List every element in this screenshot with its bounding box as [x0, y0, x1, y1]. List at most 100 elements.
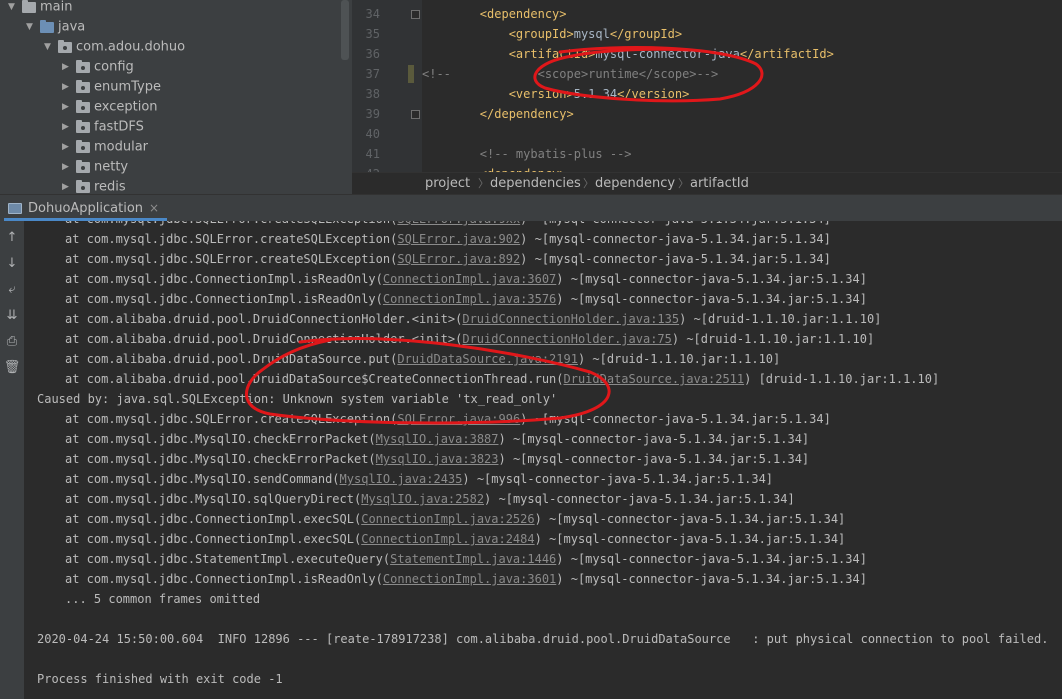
scroll-up-icon[interactable]: ↑ [3, 229, 21, 247]
console-text: at com.mysql.jdbc.MysqlIO.checkErrorPack… [65, 452, 376, 466]
code-line[interactable]: <!-- mybatis-plus --> [422, 144, 632, 164]
source-link[interactable]: StatementImpl.java:1446 [390, 552, 556, 566]
console-text: ) ~[druid-1.1.10.jar:1.1.10] [679, 312, 882, 326]
source-link[interactable]: SQLError.java:902 [397, 232, 520, 246]
source-link[interactable]: SQLError.java:9xx [397, 221, 520, 226]
code-line[interactable]: <version>5.1.34</version> [422, 84, 690, 104]
fold-open-icon[interactable] [411, 10, 420, 19]
collapsed-arrow-icon[interactable]: ▶ [62, 57, 74, 77]
tree-item-label: java [58, 19, 86, 35]
soft-wrap-icon[interactable]: ⤶ [3, 281, 21, 299]
fold-close-icon[interactable] [411, 110, 420, 119]
collapsed-arrow-icon[interactable]: ▶ [62, 137, 74, 157]
run-toolbar: ↑ ↓ ⤶ ⇊ ⎙ 🗑 [0, 221, 24, 699]
console-line: at com.mysql.jdbc.SQLError.createSQLExce… [65, 229, 831, 249]
code-line[interactable]: <groupId>mysql</groupId> [422, 24, 682, 44]
breadcrumb-item-artifactid[interactable]: artifactId [690, 173, 749, 195]
package-icon [76, 139, 90, 153]
console-text: at com.mysql.jdbc.ConnectionImpl.isReadO… [65, 572, 383, 586]
text-token: 5.1.34 [573, 87, 618, 101]
source-link[interactable]: ConnectionImpl.java:3607 [383, 272, 556, 286]
line-number: 36 [365, 47, 380, 61]
console-line: at com.mysql.jdbc.ConnectionImpl.isReadO… [65, 269, 867, 289]
code-line[interactable]: <!-- <scope>runtime</scope>--> [422, 64, 718, 84]
tree-scrollbar[interactable] [341, 0, 349, 60]
code-editor[interactable]: 34 35 36 37 38 39 40 41 42 <dependency> <groupId… [352, 0, 1062, 172]
source-link[interactable]: MysqlIO.java:3823 [376, 452, 499, 466]
chevron-right-icon: 〉 [583, 177, 594, 190]
source-link[interactable]: MysqlIO.java:2582 [361, 492, 484, 506]
source-link[interactable]: DruidDataSource.java:2511 [564, 372, 745, 386]
console-text: ) ~[mysql-connector-java-5.1.34.jar:5.1.… [498, 452, 810, 466]
breadcrumb-item-dependencies[interactable]: dependencies [490, 173, 581, 195]
collapsed-arrow-icon[interactable]: ▶ [62, 77, 74, 97]
scroll-to-end-icon[interactable]: ⇊ [3, 307, 21, 325]
line-number: 41 [365, 147, 380, 161]
source-link[interactable]: DruidDataSource.java:2191 [397, 352, 578, 366]
expanded-arrow-icon[interactable]: ▼ [44, 37, 56, 57]
console-text: ) ~[mysql-connector-java-5.1.34.jar:5.1.… [520, 252, 831, 266]
xml-tag-token: </groupId> [609, 27, 683, 41]
console-output[interactable]: at com.mysql.jdbc.SQLError.createSQLExce… [24, 221, 1062, 699]
tree-item-fastdfs[interactable]: ▶ fastDFS [62, 117, 144, 137]
source-link[interactable]: MysqlIO.java:2435 [340, 472, 463, 486]
tree-item-exception[interactable]: ▶ exception [62, 97, 158, 117]
console-line: at com.alibaba.druid.pool.DruidConnectio… [65, 329, 874, 349]
collapsed-arrow-icon[interactable]: ▶ [62, 97, 74, 117]
close-tab-icon[interactable]: × [149, 201, 159, 215]
collapsed-arrow-icon[interactable]: ▶ [62, 117, 74, 137]
tree-item-label: exception [94, 99, 158, 115]
package-icon [76, 119, 90, 133]
code-line[interactable]: <dependency> [422, 4, 567, 24]
line-number: 39 [365, 107, 380, 121]
source-link[interactable]: SQLError.java:892 [397, 252, 520, 266]
source-link[interactable]: DruidConnectionHolder.java:75 [462, 332, 672, 346]
clear-all-icon[interactable]: 🗑 [3, 359, 21, 377]
tree-item-label: fastDFS [94, 119, 144, 135]
tree-item-enumtype[interactable]: ▶ enumType [62, 77, 161, 97]
console-line: 2020-04-24 15:50:00.604 INFO 12896 --- [… [37, 629, 1048, 649]
console-text: ) ~[mysql-connector-java-5.1.34.jar:5.1.… [556, 552, 867, 566]
console-text: at com.mysql.jdbc.MysqlIO.sqlQueryDirect… [65, 492, 362, 506]
print-icon[interactable]: ⎙ [3, 333, 21, 351]
source-link[interactable]: ConnectionImpl.java:3601 [383, 572, 556, 586]
tree-item-redis[interactable]: ▶ redis [62, 177, 126, 194]
console-text: ) ~[mysql-connector-java-5.1.34.jar:5.1.… [556, 272, 867, 286]
tree-item-label: redis [94, 179, 126, 195]
tab-dohuo-application[interactable]: DohuoApplication × [4, 195, 168, 221]
source-link[interactable]: DruidConnectionHolder.java:135 [462, 312, 679, 326]
source-link[interactable]: MysqlIO.java:3887 [376, 432, 499, 446]
tree-item-modular[interactable]: ▶ modular [62, 137, 148, 157]
tree-item-com-adou-dohuo[interactable]: ▼ com.adou.dohuo [44, 37, 185, 57]
console-text: ) ~[mysql-connector-java-5.1.34.jar:5.1.… [534, 532, 846, 546]
console-text: Caused by: java.sql.SQLException: Unknow… [37, 392, 558, 406]
tree-item-config[interactable]: ▶ config [62, 57, 134, 77]
code-line[interactable]: </dependency> [422, 104, 574, 124]
console-line: at com.mysql.jdbc.ConnectionImpl.execSQL… [65, 509, 845, 529]
source-link[interactable]: SQLError.java:996 [397, 412, 520, 426]
source-link[interactable]: ConnectionImpl.java:2526 [361, 512, 534, 526]
breadcrumb-item-project[interactable]: project [425, 173, 470, 195]
package-icon [76, 159, 90, 173]
comment-token: <!-- mybatis-plus --> [422, 147, 632, 161]
collapsed-arrow-icon[interactable]: ▶ [62, 157, 74, 177]
code-line[interactable]: <artifactId>mysql-connector-java</artifa… [422, 44, 834, 64]
tree-item-netty[interactable]: ▶ netty [62, 157, 128, 177]
tree-item-label: enumType [94, 79, 161, 95]
console-text: at com.mysql.jdbc.ConnectionImpl.isReadO… [65, 292, 383, 306]
folder-icon [22, 0, 36, 13]
xml-tag-token: <groupId> [422, 27, 574, 41]
xml-tag-token: <artifactId> [422, 47, 596, 61]
collapsed-arrow-icon[interactable]: ▶ [62, 177, 74, 194]
console-line: at com.mysql.jdbc.MysqlIO.checkErrorPack… [65, 449, 809, 469]
xml-tag-token: </dependency> [422, 107, 574, 121]
expanded-arrow-icon[interactable]: ▼ [8, 0, 20, 17]
tree-item-main[interactable]: ▼ main [8, 0, 72, 17]
breadcrumb-item-dependency[interactable]: dependency [595, 173, 675, 195]
expanded-arrow-icon[interactable]: ▼ [26, 17, 38, 37]
tree-item-java[interactable]: ▼ java [26, 17, 85, 37]
source-link[interactable]: ConnectionImpl.java:3576 [383, 292, 556, 306]
scroll-down-icon[interactable]: ↓ [3, 255, 21, 273]
source-link[interactable]: ConnectionImpl.java:2484 [361, 532, 534, 546]
code-line[interactable]: <dependency> [422, 164, 567, 172]
